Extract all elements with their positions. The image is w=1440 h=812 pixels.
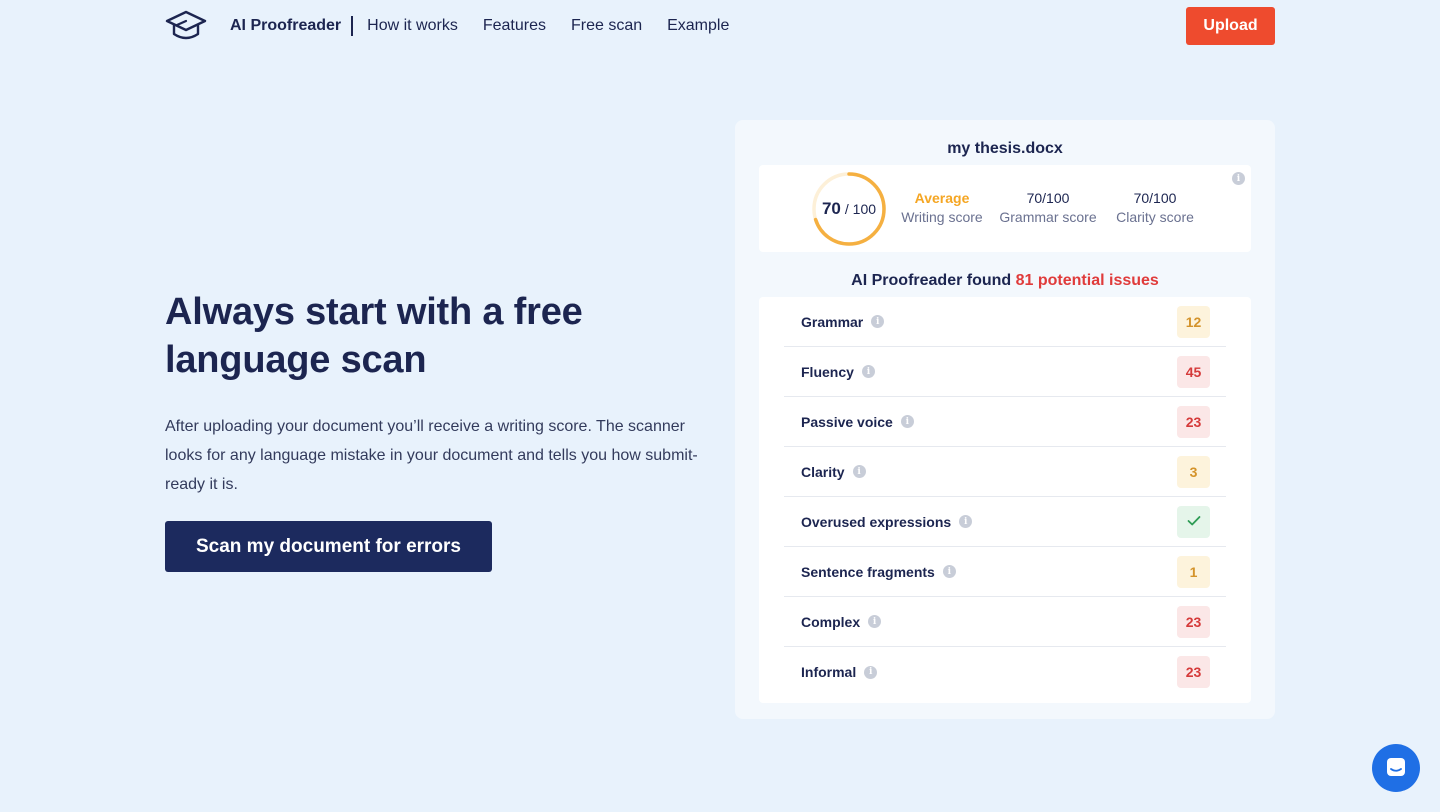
upload-button[interactable]: Upload (1186, 7, 1275, 45)
issues-found-heading: AI Proofreader found 81 potential issues (735, 272, 1275, 290)
issue-count-badge: 12 (1177, 305, 1210, 338)
score-value: 70 (821, 199, 841, 218)
issue-name: Informal (801, 664, 857, 680)
issue-count-badge: 3 (1177, 455, 1210, 488)
chat-launcher-button[interactable] (1372, 744, 1420, 792)
issues-found-count: 81 potential issues (1015, 272, 1159, 289)
writing-score-value: Average (914, 190, 970, 206)
issue-name: Fluency (801, 363, 854, 380)
info-icon[interactable]: i (959, 515, 973, 528)
clarity-score-metric: 70/100 Clarity score (1109, 189, 1201, 227)
score-panel: 70 / 100 Average Writing score 70/100 Gr… (759, 165, 1251, 252)
issue-name: Grammar (801, 313, 864, 330)
issue-name: Sentence fragments (801, 563, 935, 580)
issue-row[interactable]: Informal i 23 (784, 647, 1226, 697)
issue-row[interactable]: Fluency i 45 (784, 347, 1226, 397)
info-icon[interactable]: i (1232, 172, 1245, 185)
nav-how-it-works[interactable]: How it works (367, 17, 458, 35)
hero-title: Always start with a free language scan (165, 291, 583, 381)
issue-count-badge: 1 (1177, 555, 1210, 588)
issue-name: Complex (801, 613, 861, 630)
writing-score-metric: Average Writing score (895, 189, 989, 227)
issue-row[interactable]: Clarity i 3 (784, 447, 1226, 497)
issue-count-badge: 23 (1177, 656, 1210, 688)
issue-count-badge (1177, 505, 1210, 538)
score-max: / 100 (844, 201, 877, 217)
issue-count-badge: 45 (1177, 355, 1210, 388)
info-icon[interactable]: i (864, 665, 878, 679)
grammar-score-value: 70/100 (1026, 190, 1070, 206)
chat-icon (1385, 756, 1407, 781)
scan-document-button[interactable]: Scan my document for errors (165, 521, 492, 572)
check-icon (1187, 514, 1201, 530)
info-icon[interactable]: i (861, 365, 875, 378)
writing-score-label: Writing score (901, 209, 983, 225)
issues-list: Grammar i 12 Fluency i 45 Passive voice i 23 Clar… (759, 297, 1251, 703)
issue-row[interactable]: Complex i 23 (784, 597, 1226, 647)
issue-count-badge: 23 (1177, 405, 1210, 438)
info-icon[interactable]: i (871, 315, 885, 328)
issue-name: Passive voice (801, 413, 893, 430)
info-icon[interactable]: i (868, 615, 882, 628)
hero-section: Always start with a free language scan A… (165, 288, 725, 572)
issue-row[interactable]: Grammar i 12 (784, 297, 1226, 347)
info-icon[interactable]: i (852, 465, 866, 478)
hero-description: After uploading your document you’ll rec… (165, 418, 698, 493)
info-icon[interactable]: i (900, 415, 914, 428)
grammar-score-label: Grammar score (999, 209, 1097, 225)
issue-count-badge: 23 (1177, 605, 1210, 638)
clarity-score-label: Clarity score (1116, 209, 1194, 225)
site-header: AI Proofreader How it works Features Fre… (165, 6, 1275, 46)
issue-name: Clarity (801, 463, 845, 480)
nav-features[interactable]: Features (483, 17, 546, 35)
graduation-cap-logo-icon[interactable] (165, 9, 207, 43)
grammar-score-metric: 70/100 Grammar score (995, 189, 1101, 227)
scan-report-card: my thesis.docx 70 / 100 Average Writing … (735, 120, 1275, 719)
issues-found-prefix: AI Proofreader found (851, 272, 1012, 289)
document-name: my thesis.docx (947, 140, 1063, 157)
nav-example[interactable]: Example (667, 17, 729, 35)
score-ring-label: 70 / 100 (810, 170, 888, 248)
issue-row[interactable]: Overused expressions i (784, 497, 1226, 547)
clarity-score-value: 70/100 (1133, 190, 1177, 206)
nav-free-scan[interactable]: Free scan (571, 17, 642, 35)
issue-name: Overused expressions (801, 513, 952, 530)
main-nav: How it works Features Free scan Example (367, 17, 729, 35)
brand-name[interactable]: AI Proofreader (230, 16, 354, 36)
issue-row[interactable]: Passive voice i 23 (784, 397, 1226, 447)
info-icon[interactable]: i (942, 565, 956, 578)
issue-row[interactable]: Sentence fragments i 1 (784, 547, 1226, 597)
